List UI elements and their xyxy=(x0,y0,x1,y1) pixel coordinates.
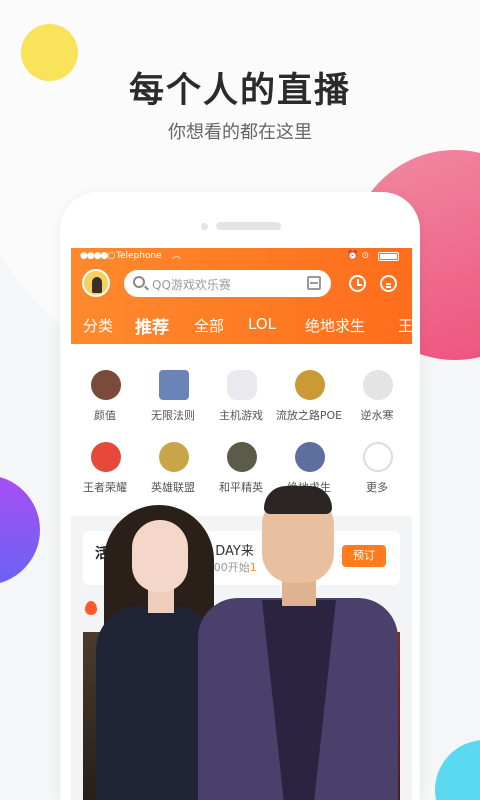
hero-title: 每个人的直播 xyxy=(128,71,351,111)
category-label: 逆水寒 xyxy=(360,409,394,422)
category-label: 王者荣耀 xyxy=(83,481,127,494)
battery-icon xyxy=(378,252,399,261)
category-item[interactable]: 颜值 xyxy=(71,364,139,434)
decor-cyan-circle xyxy=(435,740,480,800)
phone-speaker xyxy=(216,222,281,230)
hero-subtitle: 你想看的都在这里 xyxy=(168,122,312,143)
avatar[interactable] xyxy=(82,269,110,297)
reserve-button[interactable]: 预订 xyxy=(342,545,386,567)
search-placeholder: QQ游戏欢乐赛 xyxy=(152,278,231,292)
tab-fenlei[interactable]: 分类 xyxy=(83,315,113,336)
beauty-icon xyxy=(91,370,121,400)
category-label: 流放之路POE xyxy=(275,409,343,422)
poe-icon xyxy=(295,370,325,400)
category-label: 主机游戏 xyxy=(219,409,263,422)
category-tabs: 分类 推荐 全部 LOL 绝地求生 王 xyxy=(71,310,412,340)
nishuihan-icon xyxy=(363,370,393,400)
category-item[interactable]: 逆水寒 xyxy=(343,364,411,434)
category-label: 更多 xyxy=(366,481,388,494)
category-label: 无限法则 xyxy=(151,409,195,422)
tab-pubg[interactable]: 绝地求生 xyxy=(305,315,365,336)
flame-icon xyxy=(85,601,97,615)
history-clock-icon[interactable] xyxy=(349,275,366,292)
top-bar: ●●●●○ Telephone ︵ ⏰ ⊙ QQ游戏欢乐赛 分类 推荐 全部 L… xyxy=(71,248,412,344)
peace-elite-icon xyxy=(227,442,257,472)
lol-icon xyxy=(159,442,189,472)
more-icon xyxy=(363,442,393,472)
pubg-icon xyxy=(295,442,325,472)
category-label: 颜值 xyxy=(94,409,116,422)
gamepad-icon xyxy=(227,370,257,400)
category-item[interactable]: 英雄联盟 xyxy=(139,436,207,506)
category-item[interactable]: 王者荣耀 xyxy=(71,436,139,506)
category-item[interactable]: 更多 xyxy=(343,436,411,506)
tab-wangzhe[interactable]: 王 xyxy=(398,315,412,336)
wifi-icon: ︵ xyxy=(172,251,182,261)
carrier-label: Telephone xyxy=(116,251,162,261)
tab-tuijian[interactable]: 推荐 xyxy=(135,313,169,338)
scan-icon[interactable] xyxy=(307,276,321,290)
category-item[interactable]: 主机游戏 xyxy=(207,364,275,434)
phone-camera xyxy=(201,223,208,230)
alarm-icon: ⏰ ⊙ xyxy=(347,251,369,261)
category-label: 英雄联盟 xyxy=(151,481,195,494)
status-bar: ●●●●○ Telephone ︵ ⏰ ⊙ xyxy=(80,249,405,263)
signal-icon: ●●●●○ xyxy=(80,251,115,261)
decor-purple-circle xyxy=(0,475,40,585)
male-host-hair xyxy=(264,486,332,514)
tab-quanbu[interactable]: 全部 xyxy=(194,315,224,336)
category-item[interactable]: 流放之路POE xyxy=(275,364,343,434)
honor-of-kings-icon xyxy=(91,442,121,472)
message-icon[interactable] xyxy=(380,275,397,292)
category-grid: 颜值 无限法则 主机游戏 流放之路POE 逆水寒 王者荣耀 英雄联盟 和平精英 … xyxy=(71,344,412,516)
category-item[interactable]: 和平精英 xyxy=(207,436,275,506)
search-input[interactable]: QQ游戏欢乐赛 xyxy=(124,270,331,297)
app-store-screenshot: 每个人的直播 你想看的都在这里 ●●●●○ Telephone ︵ ⏰ ⊙ QQ… xyxy=(0,0,480,800)
ring-of-elysium-icon xyxy=(159,370,189,400)
tab-lol[interactable]: LOL xyxy=(248,315,276,333)
category-label: 和平精英 xyxy=(219,481,263,494)
female-host-face xyxy=(132,520,188,592)
category-item[interactable]: 无限法则 xyxy=(139,364,207,434)
search-icon xyxy=(133,276,145,288)
